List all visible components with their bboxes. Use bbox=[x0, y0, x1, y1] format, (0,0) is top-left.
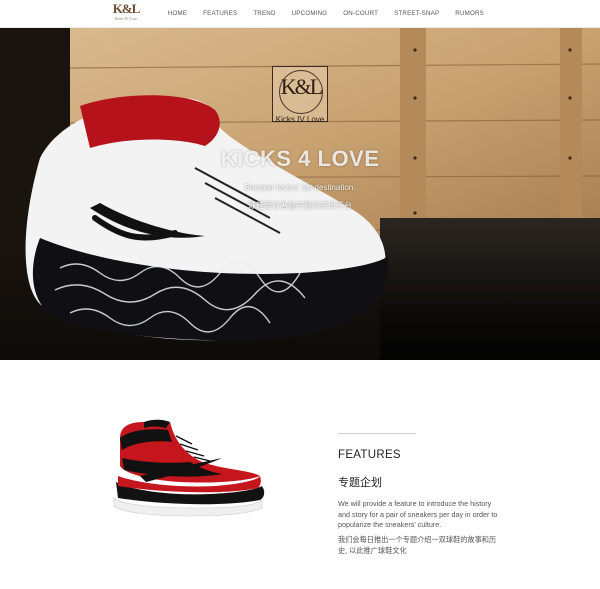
top-navbar: K&L Kicks IV Love HOME FEATURES TREND UP… bbox=[0, 0, 600, 28]
main-menu: HOME FEATURES TREND UPCOMING ON-COURT ST… bbox=[160, 0, 492, 27]
site-logo[interactable]: K&L Kicks IV Love bbox=[112, 1, 141, 24]
nav-upcoming[interactable]: UPCOMING bbox=[284, 10, 336, 17]
hero-title: KICKS 4 LOVE bbox=[220, 146, 380, 171]
features-title: FEATURES bbox=[338, 449, 401, 461]
sneaker-product-image bbox=[113, 419, 265, 517]
hero-subtitle: Sneaker lovers' 1st destination. bbox=[244, 183, 356, 192]
nav-features[interactable]: FEATURES bbox=[195, 10, 245, 17]
logo-subtext: Kicks IV Love bbox=[114, 16, 138, 21]
nav-on-court[interactable]: ON-COURT bbox=[335, 10, 386, 17]
nav-trend[interactable]: TREND bbox=[245, 10, 283, 17]
features-title-zh: 专题企划 bbox=[338, 477, 382, 489]
nav-rumors[interactable]: RUMORS bbox=[447, 10, 492, 17]
nav-street-snap[interactable]: STREET-SNAP bbox=[386, 10, 447, 17]
emblem-caption: Kicks IV Love bbox=[275, 115, 325, 124]
hero-subtitle-zh: 球鞋爱好者最中意的资讯平台 bbox=[248, 201, 352, 210]
nav-home[interactable]: HOME bbox=[160, 10, 195, 17]
hero-banner: K&L Kicks IV Love KICKS 4 LOVE Sneaker l… bbox=[0, 28, 600, 360]
brand-emblem: K&L bbox=[272, 66, 328, 122]
logo-mark: K&L bbox=[112, 1, 141, 16]
features-description-zh: 我们会每日推出一个专题介绍一双球鞋的故事和历史, 以此推广球鞋文化 bbox=[338, 535, 497, 555]
features-description: We will provide a feature to introduce t… bbox=[338, 499, 498, 529]
section-divider bbox=[338, 433, 416, 434]
emblem-letters: K&L bbox=[280, 74, 323, 99]
